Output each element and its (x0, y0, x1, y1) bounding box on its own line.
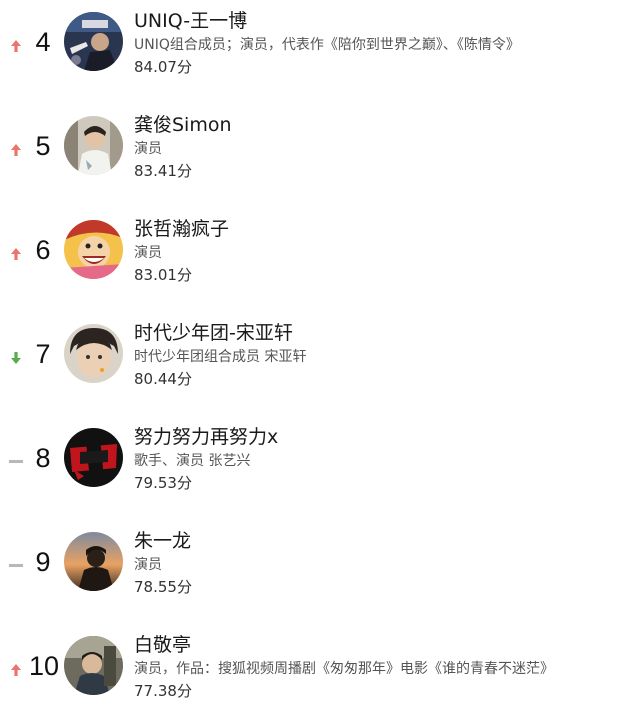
ranking-row[interactable]: 7 时代少年团-宋亚轩 时代少年团组合成员 宋亚轩 80.44分 (0, 322, 641, 394)
user-name[interactable]: 时代少年团-宋亚轩 (134, 320, 293, 346)
user-description: 演员 (134, 557, 162, 573)
avatar[interactable] (64, 220, 123, 279)
rank-number: 6 (35, 235, 51, 265)
user-name[interactable]: UNIQ-王一博 (134, 8, 247, 34)
rank-number: 8 (35, 443, 51, 473)
avatar[interactable] (64, 428, 123, 487)
ranking-row[interactable]: 10 白敬亭 演员，作品：搜狐视频周播剧《匆匆那年》电影《谁的青春不迷茫》 77… (0, 634, 641, 706)
ranking-row[interactable]: 4 UNIQ-王一博 UNIQ组合成员；演员，代表作《陪你到世界之巅》、《陈情令… (0, 10, 641, 82)
user-description: 演员 (134, 141, 162, 157)
avatar[interactable] (64, 532, 123, 591)
up-arrow-icon (7, 141, 25, 159)
dash-icon (7, 557, 25, 575)
score: 83.01分 (134, 266, 192, 284)
rank-number: 10 (28, 651, 60, 681)
avatar[interactable] (64, 324, 123, 383)
ranking-row[interactable]: 8 努力努力再努力x 歌手、演员 张艺兴 79.53分 (0, 426, 641, 498)
user-name[interactable]: 张哲瀚疯子 (134, 216, 229, 242)
user-description: UNIQ组合成员；演员，代表作《陪你到世界之巅》、《陈情令》 (134, 37, 520, 53)
ranking-list: 4 UNIQ-王一博 UNIQ组合成员；演员，代表作《陪你到世界之巅》、《陈情令… (0, 0, 641, 713)
ranking-row[interactable]: 5 龚俊Simon 演员 83.41分 (0, 114, 641, 186)
ranking-row[interactable]: 6 张哲瀚疯子 演员 83.01分 (0, 218, 641, 290)
user-description: 演员 (134, 245, 162, 261)
user-description: 歌手、演员 张艺兴 (134, 453, 251, 469)
score: 77.38分 (134, 682, 192, 700)
score: 80.44分 (134, 370, 192, 388)
up-arrow-icon (7, 37, 25, 55)
user-name[interactable]: 努力努力再努力x (134, 424, 278, 450)
score: 79.53分 (134, 474, 192, 492)
up-arrow-icon (7, 661, 25, 679)
avatar[interactable] (64, 12, 123, 71)
score: 84.07分 (134, 58, 192, 76)
user-name[interactable]: 龚俊Simon (134, 112, 232, 138)
score: 78.55分 (134, 578, 192, 596)
rank-number: 9 (35, 547, 51, 577)
avatar[interactable] (64, 116, 123, 175)
rank-number: 7 (35, 339, 51, 369)
avatar[interactable] (64, 636, 123, 695)
score: 83.41分 (134, 162, 192, 180)
user-name[interactable]: 白敬亭 (134, 632, 191, 658)
up-arrow-icon (7, 245, 25, 263)
rank-number: 4 (35, 27, 51, 57)
ranking-row[interactable]: 9 朱一龙 演员 78.55分 (0, 530, 641, 602)
down-arrow-icon (7, 349, 25, 367)
rank-number: 5 (35, 131, 51, 161)
user-name[interactable]: 朱一龙 (134, 528, 191, 554)
user-description: 时代少年团组合成员 宋亚轩 (134, 349, 307, 365)
dash-icon (7, 453, 25, 471)
user-description: 演员，作品：搜狐视频周播剧《匆匆那年》电影《谁的青春不迷茫》 (134, 661, 554, 677)
